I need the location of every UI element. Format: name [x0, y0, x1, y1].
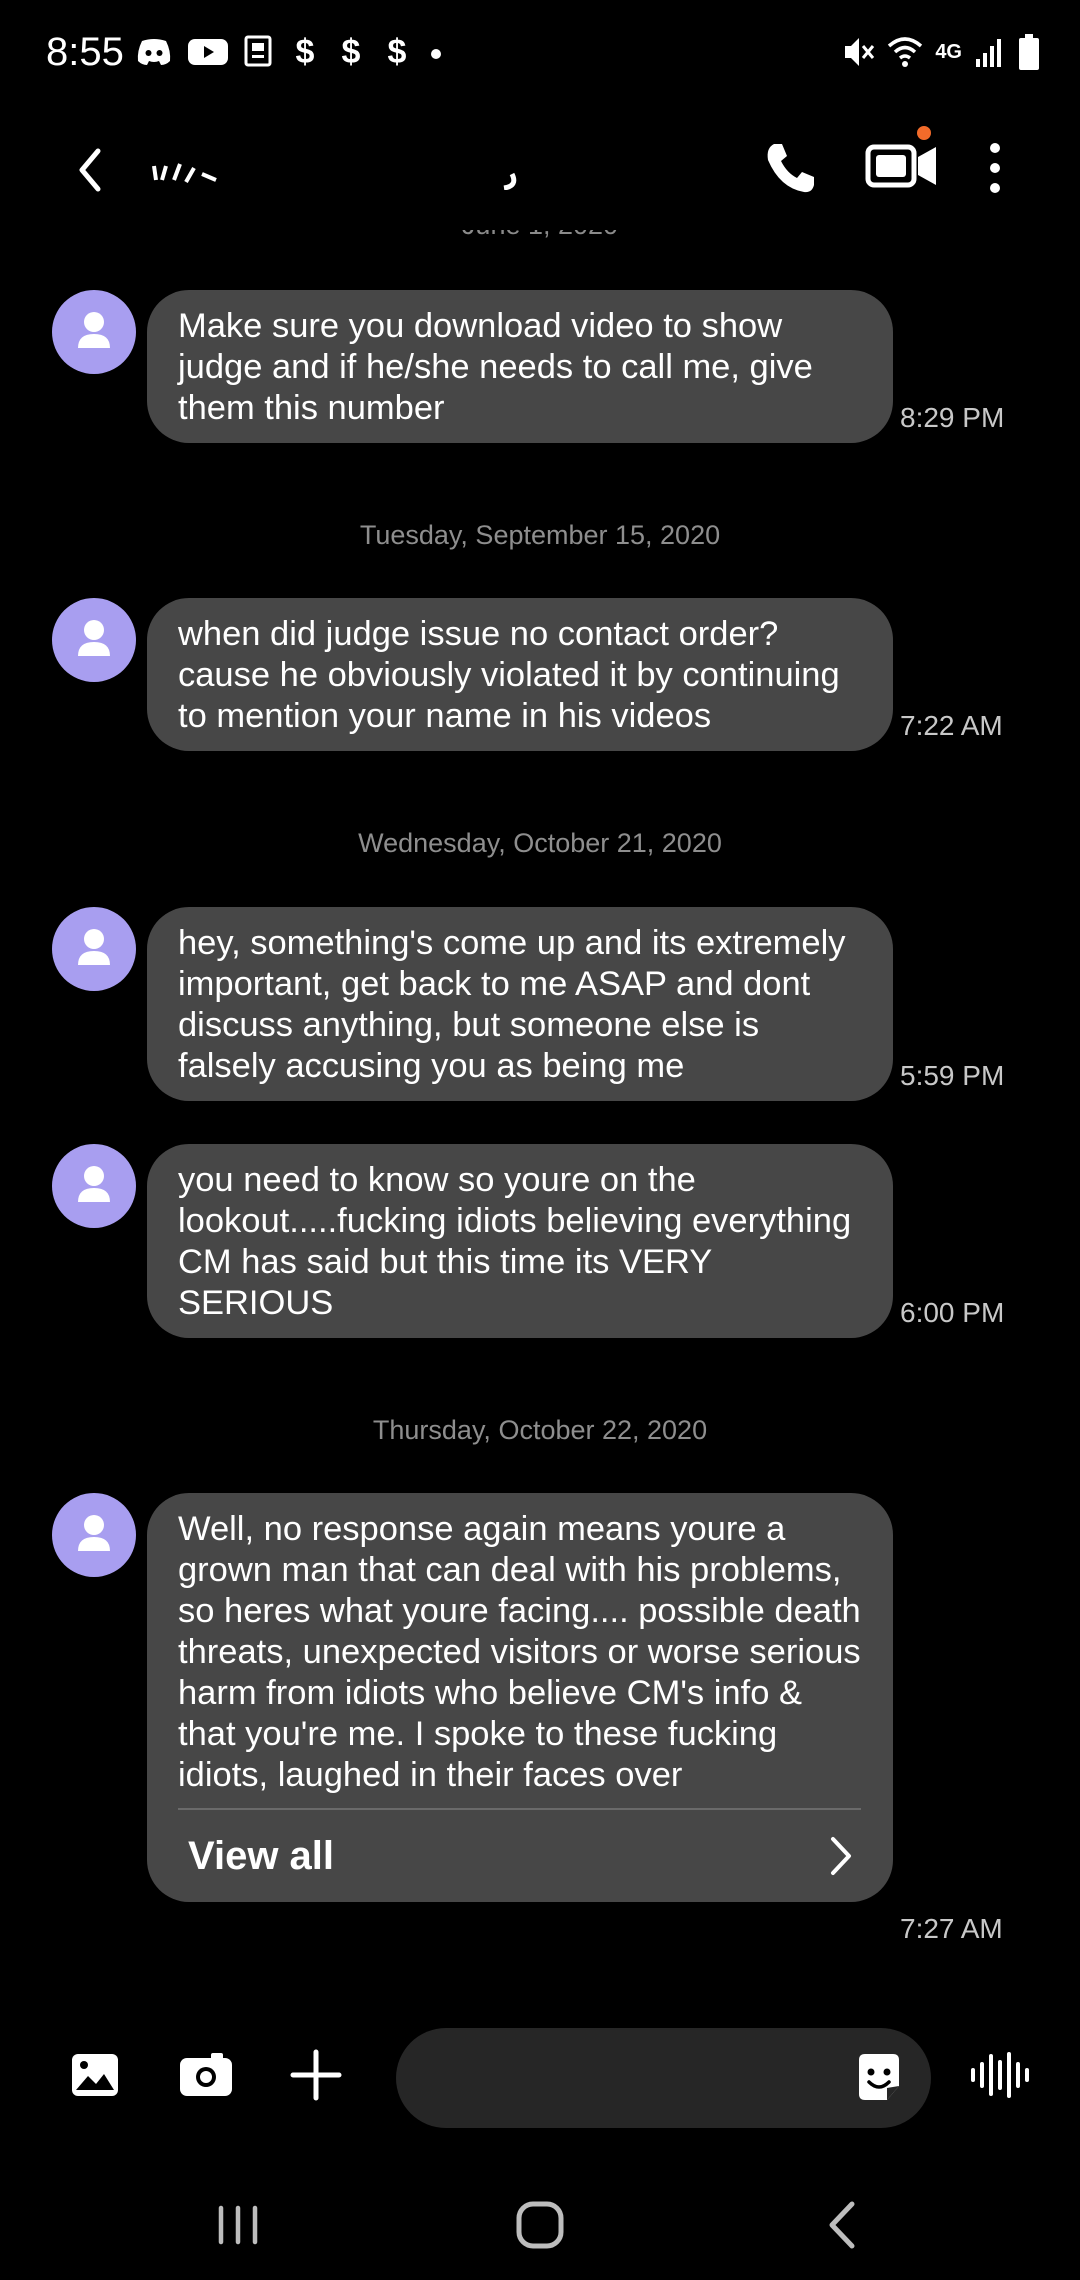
message-time: 6:00 PM: [900, 1297, 1005, 1328]
gallery-icon[interactable]: [60, 2040, 130, 2110]
message-time: 8:29 PM: [900, 402, 1005, 433]
wifi-icon: [888, 37, 923, 67]
date-separator: Tuesday, September 15, 2020: [359, 520, 721, 550]
home-icon[interactable]: [505, 2190, 575, 2260]
message-text: Well, no response again means youre a gr…: [178, 1510, 861, 1794]
date-separator-partial: June 1, 2020: [0, 230, 1080, 241]
message-text: hey, something's come up and its extreme…: [178, 924, 846, 1085]
view-all-button[interactable]: View all: [178, 1810, 861, 1902]
camera-icon[interactable]: [171, 2040, 241, 2110]
person-icon: [78, 312, 110, 348]
phone-icon[interactable]: [760, 138, 820, 198]
video-notification-badge: [917, 126, 931, 140]
view-all-label: View all: [188, 1833, 335, 1878]
system-navigation-bar: [0, 2165, 1080, 2280]
network-label: 4G: [935, 41, 962, 63]
notification-icons: $ $ $: [136, 32, 444, 72]
message-time: 5:59 PM: [900, 1060, 1005, 1091]
voice-record-icon[interactable]: [965, 2040, 1035, 2110]
person-icon: [78, 929, 110, 965]
system-icons: 4G: [841, 30, 1040, 74]
more-options-icon[interactable]: [980, 138, 1010, 198]
person-icon: [78, 620, 110, 656]
message-bubble[interactable]: hey, something's come up and its extreme…: [147, 907, 893, 1101]
person-icon: [78, 1515, 110, 1551]
nav-back-icon[interactable]: [808, 2190, 878, 2260]
youtube-icon: [188, 39, 228, 65]
person-icon: [78, 1166, 110, 1202]
chevron-right-icon: [831, 1837, 851, 1875]
message-composer: [0, 1990, 1080, 2165]
message-text: Make sure you download video to show jud…: [178, 307, 813, 427]
avatar[interactable]: [52, 290, 136, 374]
news-icon: [244, 35, 272, 67]
add-icon[interactable]: [281, 2040, 351, 2110]
message-input-container[interactable]: [396, 2028, 931, 2128]
more-notifications-icon: [431, 49, 441, 59]
message-bubble[interactable]: you need to know so youre on the lookout…: [147, 1144, 893, 1338]
message-bubble[interactable]: Well, no response again means youre a gr…: [147, 1493, 893, 1902]
status-time: 8:55: [46, 30, 124, 74]
redacted-contact-name: [152, 163, 517, 190]
sticker-icon[interactable]: [851, 2050, 907, 2106]
date-separator: Thursday, October 22, 2020: [372, 1415, 708, 1445]
video-call-icon[interactable]: [862, 123, 942, 203]
avatar[interactable]: [52, 598, 136, 682]
battery-icon: [1019, 34, 1039, 70]
avatar[interactable]: [52, 1493, 136, 1577]
network-type-icon: 4G: [935, 42, 962, 62]
message-text: when did judge issue no contact order? c…: [178, 615, 840, 735]
recent-apps-icon[interactable]: [203, 2190, 273, 2260]
signal-icon: [976, 39, 1001, 67]
avatar[interactable]: [52, 1144, 136, 1228]
avatar[interactable]: [52, 907, 136, 991]
message-time: 7:27 AM: [900, 1913, 1003, 1944]
message-bubble[interactable]: when did judge issue no contact order? c…: [147, 598, 893, 751]
mute-icon: [845, 38, 875, 66]
conversation-header: [0, 105, 1080, 230]
status-bar: 8:55 $ $ $ 4G: [0, 0, 1080, 105]
message-bubble[interactable]: Make sure you download video to show jud…: [147, 290, 893, 443]
dollar-icon: $: [295, 32, 315, 71]
date-separator: Wednesday, October 21, 2020: [358, 828, 722, 858]
dollar-icon: $: [341, 32, 361, 71]
message-list[interactable]: June 1, 2020 Make sure you download vide…: [0, 230, 1080, 1990]
message-text: you need to know so youre on the lookout…: [178, 1161, 852, 1322]
discord-icon: [137, 39, 171, 65]
dollar-icon: $: [387, 32, 407, 71]
message-time: 7:22 AM: [900, 710, 1003, 741]
message-input[interactable]: [426, 2053, 826, 2103]
back-arrow-icon[interactable]: [60, 135, 120, 205]
